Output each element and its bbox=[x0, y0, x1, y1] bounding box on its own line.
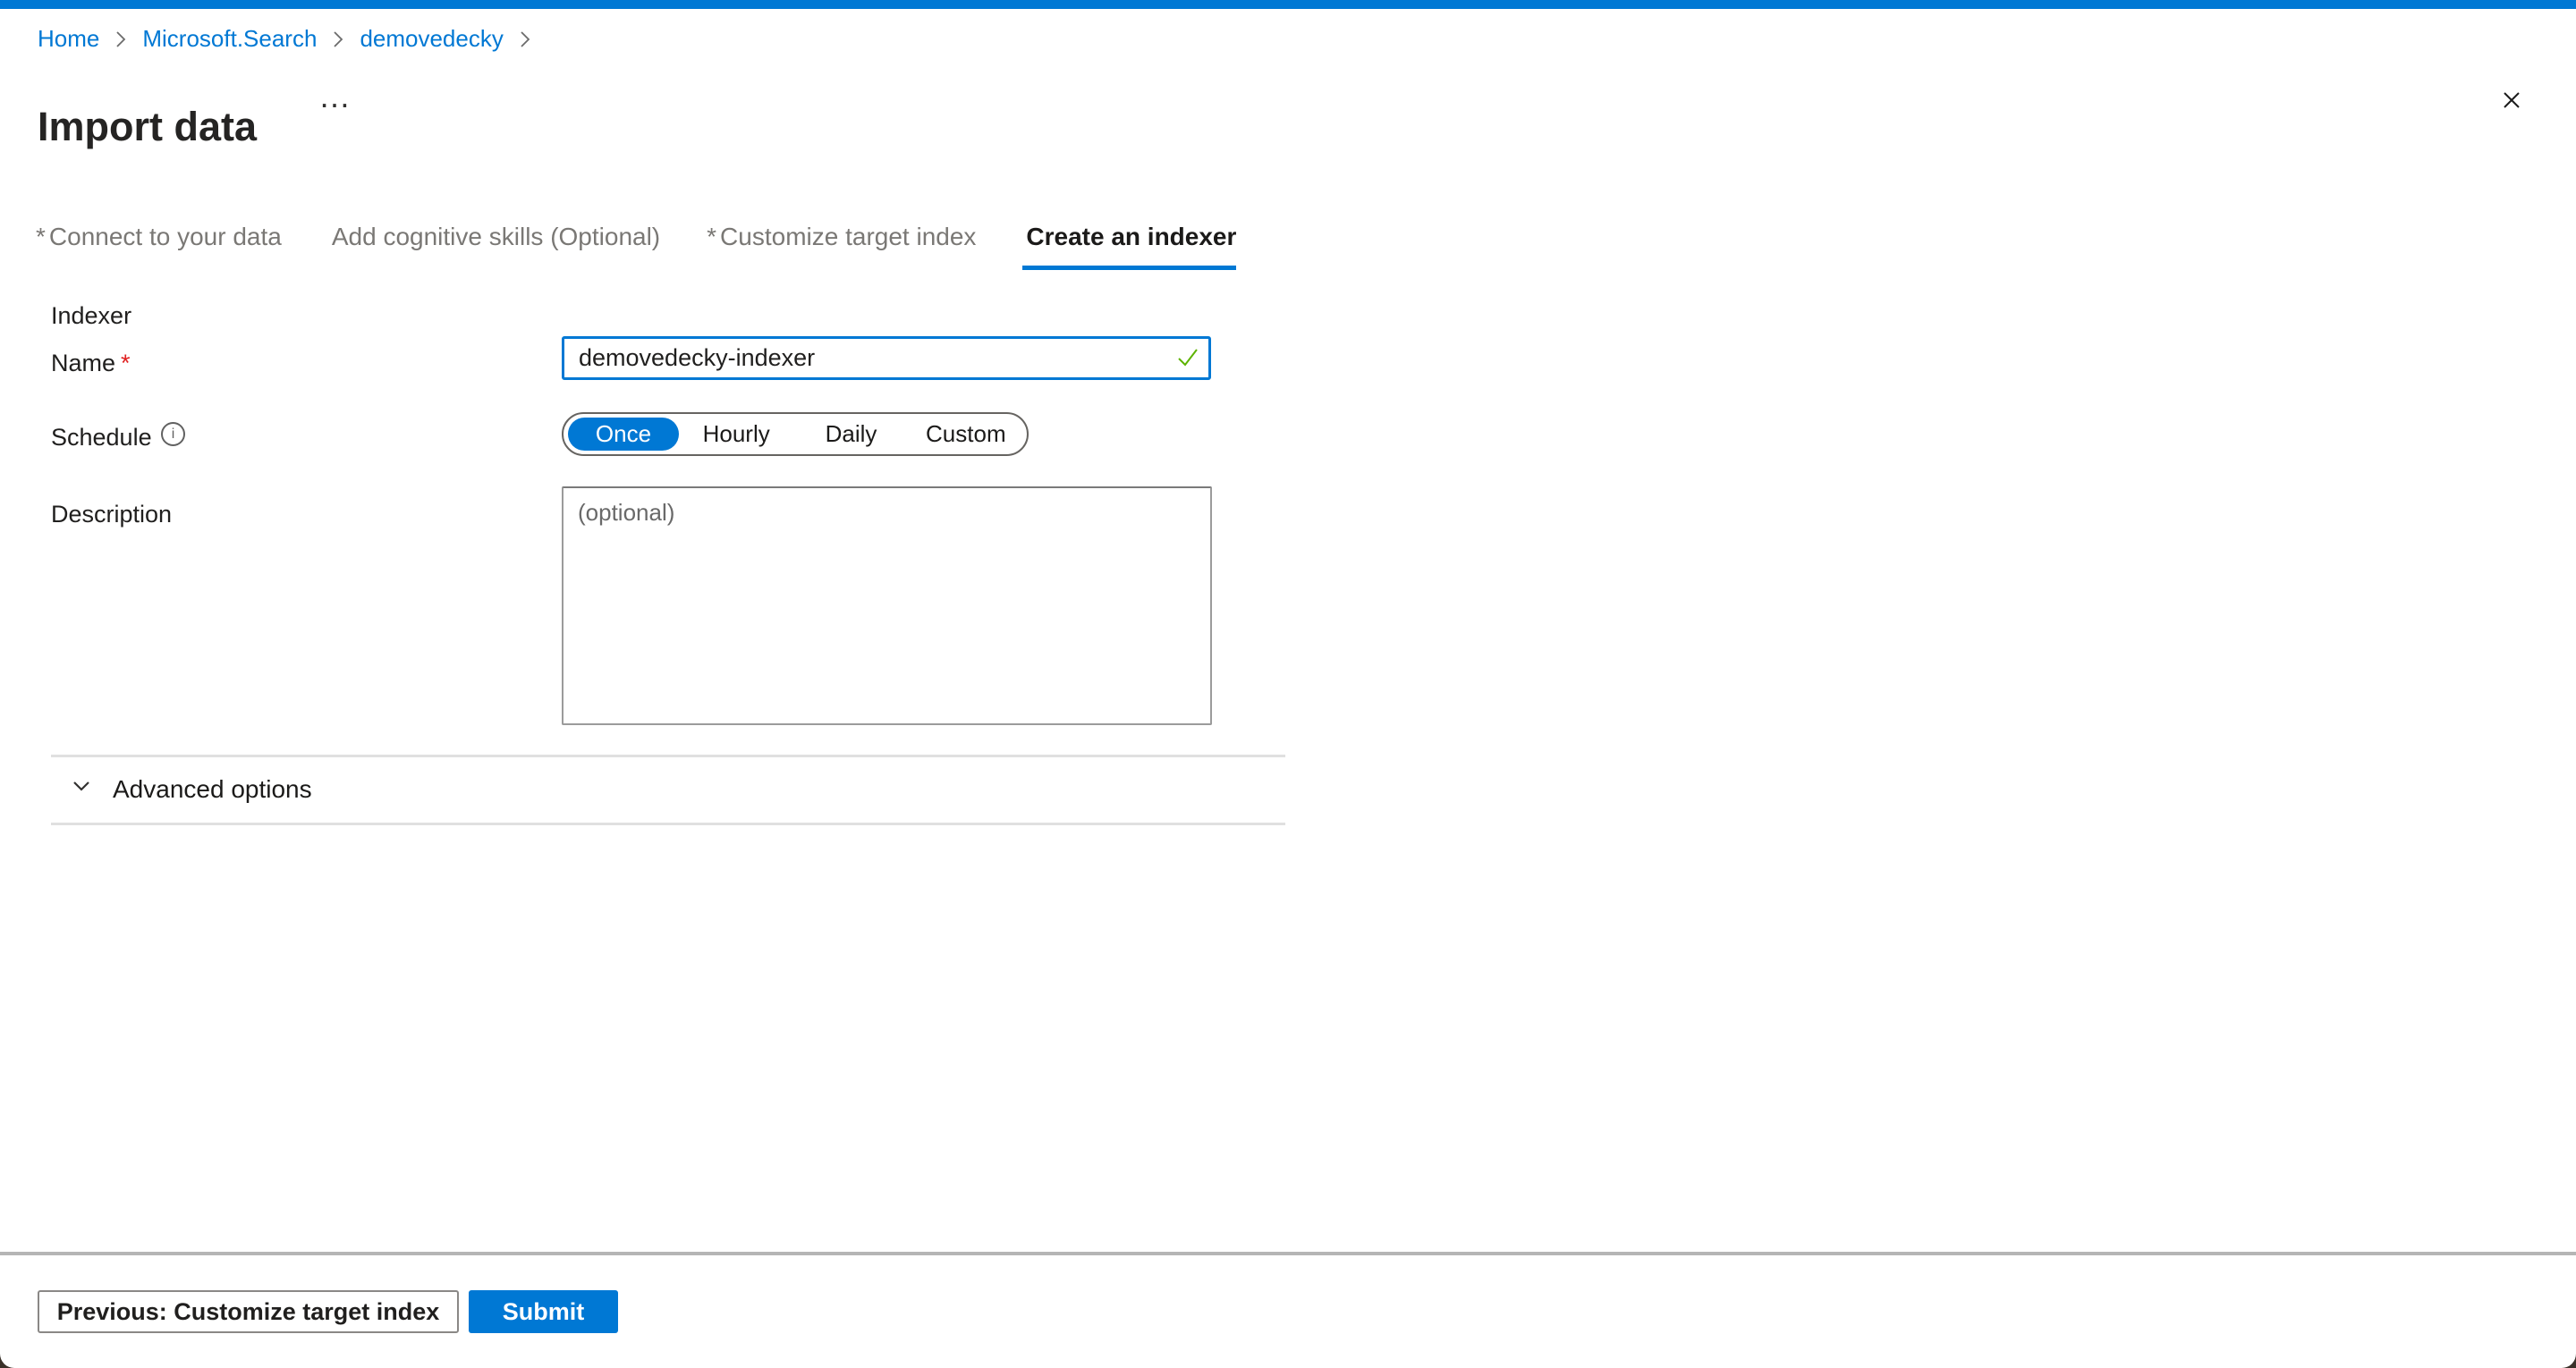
description-textarea[interactable] bbox=[562, 486, 1212, 725]
divider bbox=[51, 823, 1285, 825]
top-accent-bar bbox=[0, 0, 2576, 9]
chevron-down-icon bbox=[68, 773, 95, 806]
tab-required-mark: * bbox=[36, 223, 46, 250]
divider bbox=[51, 755, 1285, 757]
breadcrumb-link-demovedecky[interactable]: demovedecky bbox=[360, 25, 503, 53]
name-label: Name* bbox=[51, 350, 131, 377]
tab-label: Customize target index bbox=[720, 223, 976, 250]
close-button[interactable] bbox=[2492, 82, 2531, 122]
schedule-option-custom[interactable]: Custom bbox=[909, 414, 1023, 454]
breadcrumb-link-microsoft-search[interactable]: Microsoft.Search bbox=[142, 25, 317, 53]
required-asterisk: * bbox=[121, 350, 131, 376]
valid-check-icon bbox=[1175, 345, 1200, 375]
tab-add-cognitive-skills[interactable]: Add cognitive skills (Optional) bbox=[328, 223, 660, 270]
tab-customize-target-index[interactable]: *Customize target index bbox=[707, 223, 976, 270]
schedule-options-rest: Hourly Daily Custom bbox=[679, 414, 1023, 454]
tab-label: Create an indexer bbox=[1026, 223, 1236, 250]
submit-button[interactable]: Submit bbox=[469, 1290, 618, 1333]
more-options-button[interactable]: … bbox=[311, 75, 360, 118]
page-title: Import data bbox=[38, 104, 257, 150]
tab-label: Add cognitive skills (Optional) bbox=[332, 223, 660, 250]
tab-create-an-indexer[interactable]: Create an indexer bbox=[1022, 223, 1236, 270]
breadcrumb-separator-icon bbox=[329, 28, 347, 51]
description-label: Description bbox=[51, 501, 172, 528]
close-icon bbox=[2498, 87, 2525, 118]
import-data-panel: Home Microsoft.Search demovedecky Import… bbox=[0, 0, 2576, 1368]
schedule-toggle-group: Once Hourly Daily Custom bbox=[562, 412, 1029, 456]
tab-label: Connect to your data bbox=[49, 223, 282, 250]
advanced-options-label: Advanced options bbox=[113, 775, 312, 804]
schedule-option-hourly[interactable]: Hourly bbox=[679, 414, 793, 454]
schedule-option-once[interactable]: Once bbox=[568, 418, 679, 451]
footer-divider bbox=[0, 1252, 2576, 1255]
breadcrumb-separator-icon bbox=[516, 28, 534, 51]
name-label-text: Name bbox=[51, 350, 115, 376]
indexer-name-input[interactable] bbox=[562, 336, 1211, 380]
info-icon[interactable]: i bbox=[161, 422, 185, 446]
indexer-section-title: Indexer bbox=[51, 302, 131, 330]
advanced-options-toggle[interactable]: Advanced options bbox=[68, 773, 312, 806]
more-icon: … bbox=[318, 78, 353, 115]
tab-connect-to-your-data[interactable]: *Connect to your data bbox=[36, 223, 282, 270]
name-field-wrapper bbox=[562, 336, 1211, 380]
schedule-option-daily[interactable]: Daily bbox=[793, 414, 908, 454]
tab-required-mark: * bbox=[707, 223, 716, 250]
schedule-label: Schedule bbox=[51, 424, 152, 452]
breadcrumb-separator-icon bbox=[112, 28, 130, 51]
previous-button[interactable]: Previous: Customize target index bbox=[38, 1290, 459, 1333]
breadcrumb-link-home[interactable]: Home bbox=[38, 25, 99, 53]
wizard-tab-bar: *Connect to your data Add cognitive skil… bbox=[36, 223, 1236, 270]
breadcrumb: Home Microsoft.Search demovedecky bbox=[38, 25, 534, 53]
